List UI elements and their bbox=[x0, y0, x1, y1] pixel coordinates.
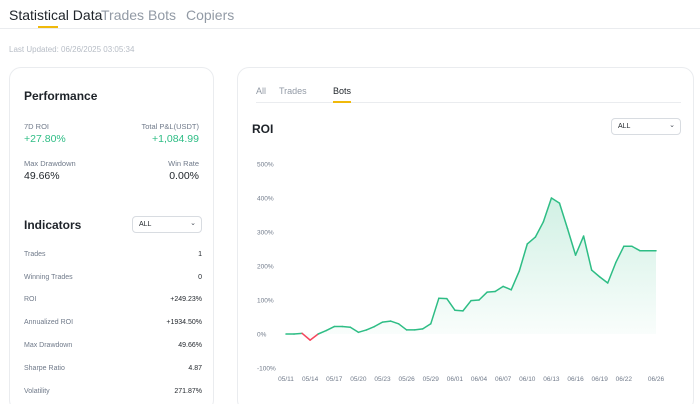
y-tick-label: 100% bbox=[257, 298, 274, 305]
roi-7d-label: 7D ROI bbox=[24, 122, 50, 131]
indicator-row: Annualized ROI +1934.50% bbox=[24, 319, 202, 331]
roi-7d-value: +27.80% bbox=[24, 133, 66, 145]
indicator-row: Max Drawdown 49.66% bbox=[24, 342, 202, 354]
last-updated-text: Last Updated: 06/26/2025 03:05:34 bbox=[9, 45, 135, 54]
roi-line-segment bbox=[381, 320, 392, 323]
x-tick-label: 05/17 bbox=[326, 376, 343, 383]
indicator-row: Winning Trades 0 bbox=[24, 274, 202, 286]
roi-area-fill bbox=[286, 198, 656, 341]
x-tick-label: 06/10 bbox=[519, 376, 536, 383]
max-drawdown-label: Max Drawdown bbox=[24, 159, 76, 168]
roi-line-segment bbox=[341, 325, 352, 328]
y-tick-label: -100% bbox=[257, 366, 276, 373]
x-tick-label: 06/26 bbox=[648, 376, 665, 383]
x-tick-label: 05/11 bbox=[278, 376, 294, 383]
indicator-label: Winning Trades bbox=[24, 274, 73, 281]
indicator-row: Sharpe Ratio 4.87 bbox=[24, 365, 202, 377]
indicator-label: Volatility bbox=[24, 388, 50, 395]
roi-line-segment bbox=[470, 299, 480, 302]
max-drawdown-value: 49.66% bbox=[24, 170, 60, 182]
indicator-value: 49.66% bbox=[178, 342, 202, 349]
indicator-value: 0 bbox=[198, 274, 202, 281]
total-pnl-label: Total P&L(USDT) bbox=[141, 122, 199, 131]
roi-chart-card: All Trades Bots ROI ALL ⌄ -100% 0% 100% 200… bbox=[237, 67, 694, 404]
active-tab-indicator bbox=[38, 26, 58, 28]
roi-line-segment bbox=[293, 332, 303, 335]
indicator-label: Sharpe Ratio bbox=[24, 365, 65, 372]
x-tick-label: 06/19 bbox=[592, 376, 609, 383]
indicator-value: +249.23% bbox=[170, 296, 202, 303]
indicator-value: 271.87% bbox=[174, 388, 202, 395]
x-tick-label: 06/01 bbox=[447, 376, 464, 383]
performance-title: Performance bbox=[24, 89, 98, 103]
indicators-filter-value: ALL bbox=[139, 220, 152, 228]
roi-chart: -100% 0% 100% 200% 300% 400% 500% 05/11 05/14 05… bbox=[257, 162, 665, 384]
x-tick-label: 05/26 bbox=[399, 376, 416, 383]
indicators-filter-select[interactable]: ALL ⌄ bbox=[132, 216, 202, 233]
indicator-label: Trades bbox=[24, 251, 46, 258]
indicator-label: ROI bbox=[24, 296, 37, 303]
roi-line-segment bbox=[454, 309, 464, 312]
x-tick-label: 06/07 bbox=[495, 376, 512, 383]
indicator-value: 4.87 bbox=[188, 365, 202, 372]
indicator-row: Volatility 271.87% bbox=[24, 388, 202, 400]
x-tick-label: 05/29 bbox=[423, 376, 440, 383]
tab-copiers[interactable]: Copiers bbox=[186, 7, 234, 23]
y-tick-label: 300% bbox=[257, 230, 274, 237]
x-tick-label: 05/23 bbox=[374, 376, 391, 383]
indicators-title: Indicators bbox=[24, 218, 82, 232]
indicator-label: Annualized ROI bbox=[24, 319, 74, 326]
tab-statistical-data[interactable]: Statistical Data bbox=[9, 7, 102, 23]
x-tick-label: 06/22 bbox=[616, 376, 633, 383]
y-tick-label: 500% bbox=[257, 162, 274, 169]
x-tick-label: 06/13 bbox=[543, 376, 560, 383]
y-tick-label: 400% bbox=[257, 196, 274, 203]
indicator-value: 1 bbox=[198, 251, 202, 258]
y-tick-label: 0% bbox=[257, 332, 267, 339]
x-tick-label: 06/04 bbox=[471, 376, 488, 383]
tab-trades[interactable]: Trades bbox=[101, 7, 144, 23]
stats-card: Performance 7D ROI Total P&L(USDT) +27.8… bbox=[9, 67, 214, 404]
chevron-down-icon: ⌄ bbox=[190, 220, 196, 227]
y-tick-label: 200% bbox=[257, 264, 274, 271]
indicator-row: ROI +249.23% bbox=[24, 296, 202, 308]
x-tick-label: 06/16 bbox=[567, 376, 584, 383]
indicator-row: Trades 1 bbox=[24, 251, 202, 263]
x-tick-label: 05/20 bbox=[350, 376, 367, 383]
tab-bots[interactable]: Bots bbox=[148, 7, 176, 23]
total-pnl-value: +1,084.99 bbox=[151, 133, 199, 145]
top-tab-bar: Statistical Data Trades Bots Copiers bbox=[0, 0, 700, 29]
roi-line-segment bbox=[486, 290, 496, 293]
win-rate-label: Win Rate bbox=[168, 159, 199, 168]
x-tick-label: 05/14 bbox=[302, 376, 319, 383]
win-rate-value: 0.00% bbox=[169, 170, 199, 182]
roi-line-segment bbox=[413, 328, 424, 331]
indicator-value: +1934.50% bbox=[166, 319, 202, 326]
indicator-label: Max Drawdown bbox=[24, 342, 73, 349]
